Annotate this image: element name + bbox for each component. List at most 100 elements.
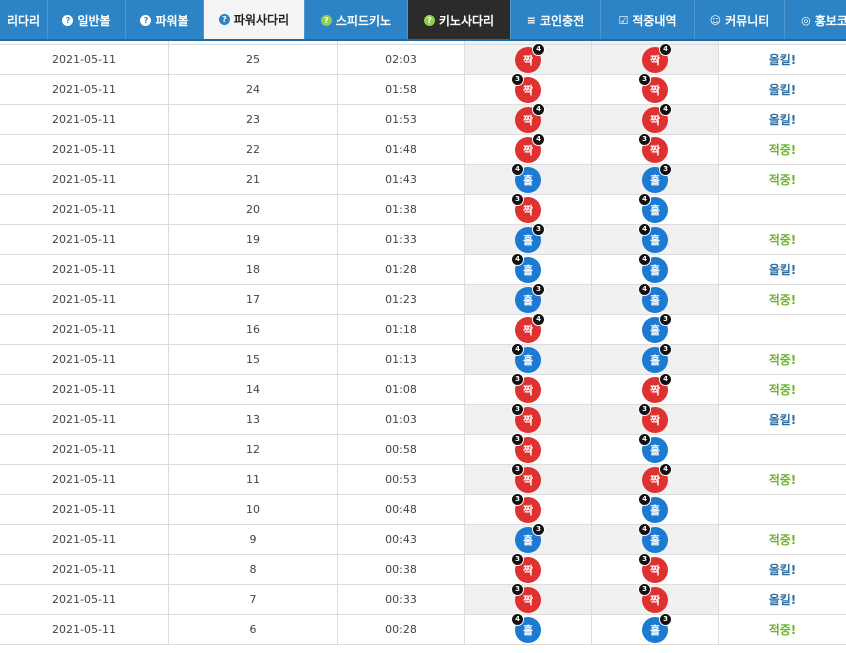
pick2-ball-label: 홀 [649,533,661,547]
time-cell: 00:33 [338,585,465,614]
nav-tab-2[interactable]: ? 파워볼 [126,0,204,39]
pick1-cell: 짝3 [465,402,592,434]
round-cell: 12 [169,435,338,464]
pick1-cell: 짝4 [465,132,592,164]
pick2-ball: 홀4 [638,192,668,223]
round-cell: 25 [169,45,338,74]
nav-tab-5[interactable]: ? 키노사다리 [408,0,511,39]
pick2-cell: 홀3 [592,342,719,374]
pick1-ball-count-badge: 3 [511,432,524,446]
nav-tab-7[interactable]: ☑ 적중내역 [601,0,695,39]
result-cell [719,315,846,344]
pick2-cell: 홀4 [592,192,719,224]
pick2-ball-count-badge: 3 [638,552,651,566]
date-cell: 2021-05-11 [0,345,169,374]
pick2-ball-label: 홀 [649,503,661,517]
pick2-cell: 짝4 [592,102,719,134]
pick1-cell: 짝3 [465,492,592,524]
time-cell: 02:03 [338,45,465,74]
time-cell: 00:28 [338,615,465,644]
round-cell: 23 [169,105,338,134]
round-cell: 24 [169,75,338,104]
pick2-cell: 짝3 [592,552,719,584]
pick1-ball: 짝3 [511,192,541,223]
date-cell: 2021-05-11 [0,585,169,614]
table-row: 2021-05-11 21 01:43 홀 4 홀 3 적중! [0,162,846,195]
pick2-ball-label: 짝 [649,53,661,67]
round-cell: 21 [169,165,338,194]
pick2-ball-count-badge: 3 [638,132,651,146]
pick2-ball-count-badge: 3 [638,582,651,596]
nav-tab-9[interactable]: ◎ 홍보코 [785,0,846,39]
pick2-ball-count-badge: 4 [638,192,651,206]
pick1-ball-count-badge: 3 [511,402,524,416]
result-cell [719,495,846,524]
time-cell: 01:13 [338,345,465,374]
time-cell: 01:28 [338,255,465,284]
time-cell: 00:53 [338,465,465,494]
table-row: 2021-05-11 11 00:53 짝 3 짝 4 적중! [0,462,846,495]
pick2-ball-count-badge: 4 [638,252,651,266]
pick2-cell: 홀3 [592,162,719,194]
pick2-ball: 홀3 [642,612,672,643]
pick2-ball: 홀4 [638,252,668,283]
pick2-ball: 홀4 [638,432,668,463]
nav-tab-6[interactable]: ≡ 코인충전 [511,0,601,39]
pick2-ball: 홀3 [642,342,672,373]
time-cell: 01:33 [338,225,465,254]
pick2-cell: 짝4 [592,462,719,494]
pick1-cell: 홀4 [465,342,592,374]
pick1-ball-count-badge: 3 [532,522,545,536]
nav-tab-4[interactable]: ? 스피드키노 [305,0,408,39]
pick2-ball: 짝4 [642,462,672,493]
time-cell: 01:58 [338,75,465,104]
pick1-ball: 홀3 [515,522,545,553]
pick1-cell: 홀4 [465,612,592,644]
round-cell: 19 [169,225,338,254]
nav-tab-8[interactable]: ☺ 커뮤니티 [695,0,785,39]
nav-tab-label: 홍보코 [814,14,846,28]
nav-tab-label: 파워사다리 [233,13,290,27]
pick1-ball: 짝3 [511,402,541,433]
info-icon: ? [62,15,74,26]
time-cell: 00:48 [338,495,465,524]
date-cell: 2021-05-11 [0,525,169,554]
pick2-ball-count-badge: 3 [659,162,672,176]
round-cell: 6 [169,615,338,644]
pick2-ball: 짝3 [638,582,668,613]
pick1-ball-label: 짝 [522,413,534,427]
table-row: 2021-05-11 18 01:28 홀 4 홀 4 올킬! [0,252,846,285]
pick1-ball-count-badge: 3 [511,462,524,476]
pick1-ball-label: 짝 [522,113,534,127]
pick1-ball: 짝3 [511,552,541,583]
round-cell: 13 [169,405,338,434]
pick1-ball-count-badge: 3 [532,222,545,236]
table-row: 2021-05-11 23 01:53 짝 4 짝 4 올킬! [0,102,846,135]
pick2-ball-count-badge: 4 [659,462,672,476]
table-row: 2021-05-11 6 00:28 홀 4 홀 3 적중! [0,612,846,645]
nav-tab-0[interactable]: 리다리 [0,0,48,39]
time-cell: 01:08 [338,375,465,404]
pick2-cell: 짝3 [592,402,719,434]
pick2-cell: 짝3 [592,582,719,614]
pick1-ball: 짝4 [515,42,545,73]
table-row: 2021-05-11 22 01:48 짝 4 짝 3 적중! [0,132,846,165]
date-cell: 2021-05-11 [0,375,169,404]
result-cell: 올킬! [768,83,797,97]
pick2-ball-label: 홀 [649,323,661,337]
pick2-ball-count-badge: 4 [638,282,651,296]
nav-tab-3[interactable]: ? 파워사다리 [204,0,305,39]
pick2-ball-label: 홀 [649,203,661,217]
date-cell: 2021-05-11 [0,555,169,584]
pick1-ball-count-badge: 3 [511,552,524,566]
pick2-ball-label: 홀 [649,233,661,247]
pick1-ball: 홀4 [511,252,541,283]
nav-tab-1[interactable]: ? 일반볼 [48,0,126,39]
pick2-ball-count-badge: 4 [638,522,651,536]
date-cell: 2021-05-11 [0,465,169,494]
round-cell: 17 [169,285,338,314]
pick2-ball-label: 짝 [649,383,661,397]
pick1-ball: 짝3 [511,462,541,493]
result-cell: 올킬! [768,563,797,577]
table-row: 2021-05-11 15 01:13 홀 4 홀 3 적중! [0,342,846,375]
